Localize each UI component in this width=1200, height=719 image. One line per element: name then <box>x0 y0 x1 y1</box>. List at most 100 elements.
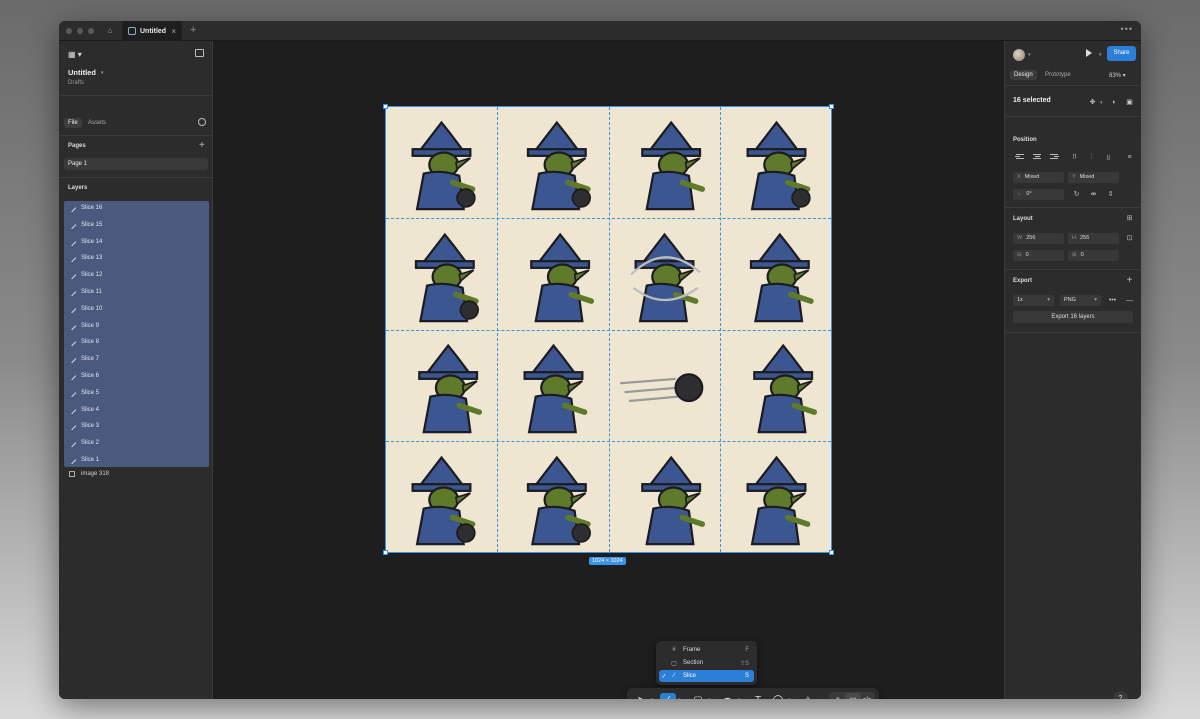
share-button[interactable]: Share <box>1107 46 1136 61</box>
x-field[interactable]: X Mixed <box>1013 172 1064 183</box>
tab-prototype[interactable]: Prototype <box>1041 70 1075 80</box>
home-icon[interactable]: ⌂ <box>105 26 115 36</box>
chevron-down-icon[interactable]: ▾ <box>1100 100 1103 106</box>
main-menu-icon[interactable]: ▦ ▾ <box>68 50 82 59</box>
mask-icon[interactable]: ◐ <box>1111 99 1118 106</box>
layer-item[interactable]: Slice 1 <box>67 453 99 467</box>
distribute-icon[interactable]: ≡ <box>1125 153 1134 162</box>
window-minimize-dot[interactable] <box>77 28 83 34</box>
menu-item-frame[interactable]: # Frame F <box>659 644 754 656</box>
layer-item[interactable]: Slice 13 <box>67 251 102 265</box>
layer-item[interactable]: Slice 2 <box>67 436 99 450</box>
export-button[interactable]: Export 16 layers <box>1013 311 1133 323</box>
flip-vertical-icon[interactable]: ⇕ <box>1106 190 1115 199</box>
rotate-icon[interactable]: ↻ <box>1072 190 1081 199</box>
tab-untitled[interactable]: Untitled × <box>122 21 182 41</box>
file-location[interactable]: Drafts <box>68 80 84 86</box>
chevron-down-icon[interactable]: ▾ <box>738 697 741 699</box>
layer-item[interactable]: Slice 16 <box>67 201 102 215</box>
layer-item[interactable]: Slice 10 <box>67 302 102 316</box>
zoom-level[interactable]: 83% ▾ <box>1109 72 1126 79</box>
page-item[interactable]: Page 1 <box>64 158 208 170</box>
help-button[interactable]: ? <box>1113 691 1128 699</box>
horizontal-gap-field[interactable]: ⊟ 0 <box>1013 250 1064 261</box>
more-options-icon[interactable]: ••• <box>1108 296 1117 305</box>
goblin-sprite <box>526 120 591 211</box>
rotation-field[interactable]: ∟ 0° <box>1013 189 1064 200</box>
chevron-down-icon[interactable]: ▾ <box>651 697 654 699</box>
file-title[interactable]: Untitled <box>68 68 96 77</box>
comment-tool-icon[interactable]: ◯ <box>770 693 786 699</box>
slice-icon <box>67 338 77 347</box>
avatar[interactable] <box>1013 49 1025 61</box>
layer-item[interactable]: Slice 6 <box>67 369 99 383</box>
window-zoom-dot[interactable] <box>88 28 94 34</box>
align-left-icon[interactable] <box>1015 154 1025 162</box>
align-middle-icon[interactable]: ⫶ <box>1087 153 1096 162</box>
flip-horizontal-icon[interactable]: ⇹ <box>1089 190 1098 199</box>
layer-item[interactable]: Slice 3 <box>67 419 99 433</box>
export-format-select[interactable]: PNG ▾ <box>1060 295 1101 306</box>
tab-assets[interactable]: Assets <box>88 120 106 126</box>
menu-item-slice[interactable]: ✓ ⁄ Slice S <box>659 670 754 682</box>
align-center-h-icon[interactable] <box>1032 154 1042 162</box>
chevron-down-icon[interactable]: ▾ <box>1099 52 1102 58</box>
layer-item[interactable]: Slice 11 <box>67 285 102 299</box>
pen-tool-icon[interactable]: ✒ <box>720 693 736 699</box>
canvas[interactable]: 1024 × 1024 # Frame F ▢ Section ⇧S ✓ ⁄ S… <box>213 41 1004 699</box>
layer-item[interactable]: Slice 15 <box>67 218 102 232</box>
window-close-dot[interactable] <box>66 28 72 34</box>
move-tool-icon[interactable]: ➤ <box>633 693 649 699</box>
constrain-proportions-icon[interactable]: ⊡ <box>1125 234 1134 243</box>
auto-layout-icon[interactable]: ⊞ <box>1125 214 1134 223</box>
chevron-down-icon[interactable]: ▾ <box>678 697 681 699</box>
x-value: Mixed <box>1024 174 1040 180</box>
new-tab-button[interactable]: + <box>190 24 196 36</box>
chevron-down-icon[interactable]: ▾ <box>788 697 791 699</box>
menu-item-section[interactable]: ▢ Section ⇧S <box>659 657 754 669</box>
chevron-down-icon[interactable]: ▾ <box>708 697 711 699</box>
frame-icon: # <box>672 647 676 653</box>
layer-item[interactable]: Slice 9 <box>67 319 99 333</box>
dev-mode-icon[interactable]: </> <box>859 693 875 699</box>
actions-icon[interactable]: ✧ <box>800 693 816 699</box>
tab-bar: ⌂ Untitled × + ••• <box>59 21 1141 41</box>
rectangle-tool-icon[interactable]: ▢ <box>690 693 706 699</box>
slice-tool-icon[interactable]: ⁄ <box>660 693 676 699</box>
boolean-icon[interactable]: ▣ <box>1126 99 1133 106</box>
tab-file[interactable]: File <box>64 118 82 128</box>
remove-export-icon[interactable]: — <box>1125 296 1134 305</box>
layer-item[interactable]: Slice 14 <box>67 235 102 249</box>
text-tool-icon[interactable]: T <box>750 693 766 699</box>
more-icon[interactable]: ••• <box>1121 24 1133 34</box>
tab-design[interactable]: Design <box>1010 70 1037 80</box>
export-scale-select[interactable]: 1x ▾ <box>1013 295 1054 306</box>
goblin-sprite <box>620 373 704 403</box>
layer-image[interactable]: image 318 <box>69 471 109 477</box>
zoom-value: 83% <box>1109 73 1122 79</box>
chevron-down-icon[interactable]: ▾ <box>101 70 104 76</box>
layer-item[interactable]: Slice 7 <box>67 352 99 366</box>
vertical-gap-field[interactable]: ⊞ 0 <box>1068 250 1119 261</box>
layer-item[interactable]: Slice 8 <box>67 335 99 349</box>
chevron-down-icon[interactable]: ▾ <box>1028 52 1031 58</box>
layer-label: image 318 <box>81 471 110 477</box>
shortcut-label: ⇧S <box>739 660 749 667</box>
add-page-button[interactable]: + <box>199 140 205 151</box>
layer-item[interactable]: Slice 4 <box>67 403 99 417</box>
panel-toggle-icon[interactable] <box>195 49 204 57</box>
align-top-icon[interactable]: ⫪ <box>1070 153 1079 162</box>
close-icon[interactable]: × <box>171 27 176 36</box>
align-bottom-icon[interactable]: ⫫ <box>1104 153 1113 162</box>
layer-item[interactable]: Slice 12 <box>67 268 102 282</box>
component-icon[interactable]: ✥ <box>1089 99 1096 106</box>
search-icon[interactable] <box>198 118 206 126</box>
add-export-button[interactable]: + <box>1125 276 1134 286</box>
width-field[interactable]: W 256 <box>1013 233 1064 244</box>
sprite-sheet-image[interactable] <box>383 104 834 555</box>
play-icon[interactable] <box>1086 49 1092 57</box>
y-field[interactable]: Y Mixed <box>1068 172 1119 183</box>
height-field[interactable]: H 256 <box>1068 233 1119 244</box>
layer-item[interactable]: Slice 5 <box>67 386 99 400</box>
align-right-icon[interactable] <box>1049 154 1059 162</box>
